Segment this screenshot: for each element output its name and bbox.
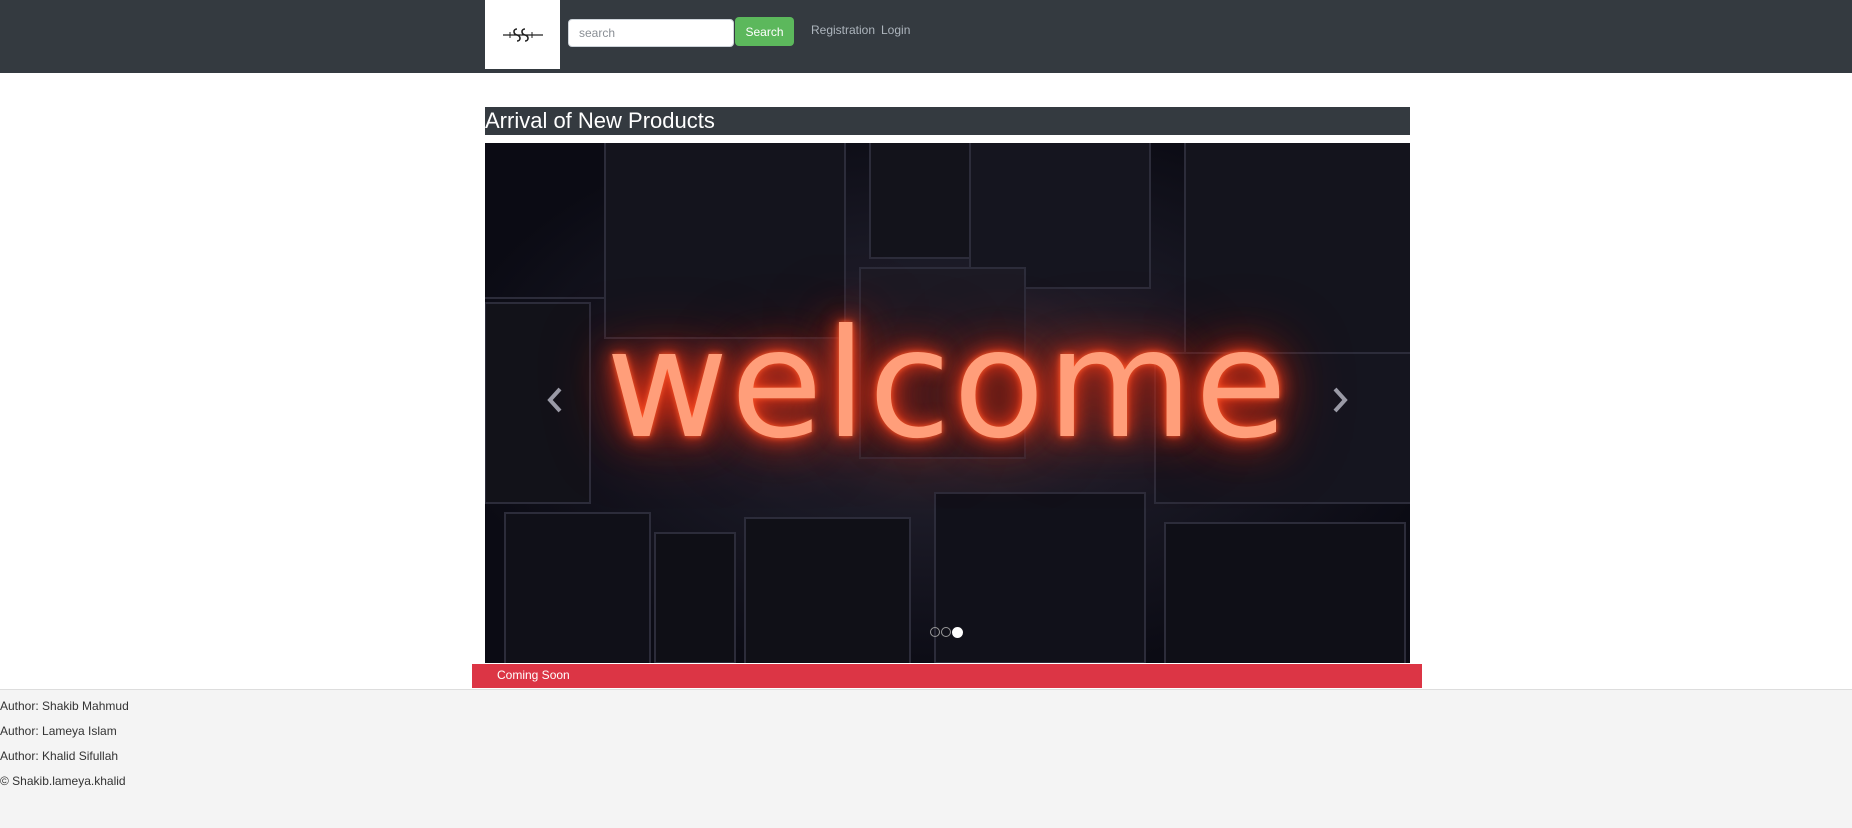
slide-caption: welcome <box>605 298 1290 472</box>
coming-soon-bar: Coming Soon <box>472 664 1422 688</box>
carousel-next-button[interactable] <box>1320 375 1360 425</box>
carousel-indicator-2[interactable] <box>941 627 951 637</box>
chevron-left-icon <box>547 387 562 413</box>
carousel-indicators <box>930 627 963 638</box>
footer-author: Author: Lameya Islam <box>0 724 117 738</box>
search-button[interactable]: Search <box>735 17 794 46</box>
coming-soon-label: Coming Soon <box>497 668 570 682</box>
carousel-prev-button[interactable] <box>535 375 575 425</box>
nav-link-registration[interactable]: Registration <box>811 23 875 37</box>
product-carousel: welcome <box>485 143 1410 663</box>
carousel-indicator-1[interactable] <box>930 627 940 637</box>
footer-copyright: © Shakib.lameya.khalid <box>0 774 126 788</box>
footer: Author: Shakib Mahmud Author: Lameya Isl… <box>0 689 1852 828</box>
logo-icon <box>502 27 543 42</box>
nav-link-login[interactable]: Login <box>881 23 910 37</box>
search-input[interactable] <box>568 19 734 47</box>
section-title: Arrival of New Products <box>485 107 1410 135</box>
chevron-right-icon <box>1333 387 1348 413</box>
carousel-slide: welcome <box>485 143 1410 663</box>
carousel-indicator-3[interactable] <box>952 627 963 638</box>
footer-author: Author: Khalid Sifullah <box>0 749 119 763</box>
navbar: Search Registration Login <box>0 0 1852 73</box>
brand-logo[interactable] <box>485 0 560 69</box>
footer-author: Author: Shakib Mahmud <box>0 699 129 713</box>
